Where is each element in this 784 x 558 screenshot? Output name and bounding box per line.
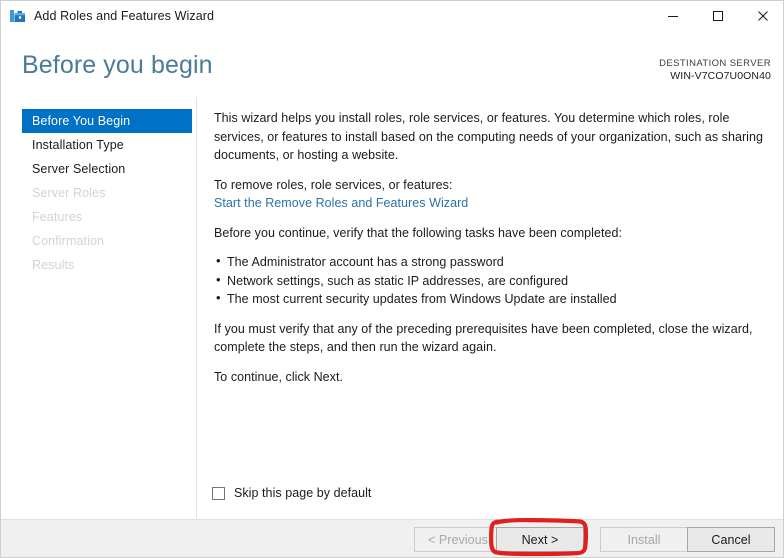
wizard-footer: < Previous Next > Install Cancel [1, 519, 783, 557]
sidebar-item-label: Before You Begin [32, 114, 131, 128]
list-item: The most current security updates from W… [214, 289, 767, 309]
cancel-button[interactable]: Cancel [687, 527, 775, 552]
next-button[interactable]: Next > [496, 527, 584, 552]
start-remove-roles-wizard-link[interactable]: Start the Remove Roles and Features Wiza… [214, 194, 468, 213]
install-button: Install [600, 527, 688, 552]
remove-heading: To remove roles, role services, or featu… [214, 177, 453, 192]
sidebar-item-installation-type[interactable]: Installation Type [22, 133, 189, 157]
sidebar-item-label: Server Roles [32, 186, 106, 200]
page-title: Before you begin [22, 51, 213, 79]
prerequisites-list: The Administrator account has a strong p… [214, 252, 767, 309]
window-title: Add Roles and Features Wizard [34, 9, 215, 23]
intro-paragraph: This wizard helps you install roles, rol… [214, 111, 764, 162]
list-item: The Administrator account has a strong p… [214, 252, 767, 272]
minimize-icon[interactable] [650, 1, 695, 31]
previous-button: < Previous [414, 527, 502, 552]
add-roles-features-wizard-window: Add Roles and Features Wizard Before you… [0, 0, 784, 558]
close-icon[interactable] [740, 1, 783, 31]
title-bar: Add Roles and Features Wizard [1, 1, 783, 31]
wizard-content-panel: This wizard helps you install roles, rol… [198, 97, 783, 518]
sidebar-item-before-you-begin[interactable]: Before You Begin [22, 109, 192, 133]
verify-note-paragraph: If you must verify that any of the prece… [214, 321, 753, 355]
skip-this-page-checkbox[interactable] [212, 486, 225, 500]
sidebar-item-confirmation: Confirmation [22, 229, 189, 253]
skip-this-page-label: Skip this page by default [234, 486, 372, 500]
sidebar-item-server-selection[interactable]: Server Selection [22, 157, 189, 181]
sidebar-item-results: Results [22, 253, 189, 277]
maximize-icon[interactable] [695, 1, 740, 31]
list-item: Network settings, such as static IP addr… [214, 271, 767, 291]
destination-server-label: DESTINATION SERVER [659, 58, 771, 69]
destination-server-block: DESTINATION SERVER WIN-V7CO7U0ON40 [659, 57, 771, 83]
sidebar-item-server-roles: Server Roles [22, 181, 189, 205]
sidebar-item-features: Features [22, 205, 189, 229]
window-controls [650, 1, 783, 31]
continue-note: To continue, click Next. [214, 369, 344, 384]
server-manager-icon [9, 8, 26, 25]
wizard-nav-sidebar: Before You Begin Installation Type Serve… [1, 97, 197, 518]
destination-server-name: WIN-V7CO7U0ON40 [670, 70, 771, 82]
skip-page-row[interactable]: Skip this page by default [212, 486, 371, 500]
verify-heading: Before you continue, verify that the fol… [214, 225, 623, 240]
sidebar-item-label: Confirmation [32, 234, 105, 248]
sidebar-item-label: Installation Type [32, 138, 124, 152]
sidebar-item-label: Server Selection [32, 162, 126, 176]
sidebar-item-label: Features [32, 210, 83, 224]
page-header: Before you begin DESTINATION SERVER WIN-… [1, 31, 783, 97]
sidebar-item-label: Results [32, 258, 75, 272]
